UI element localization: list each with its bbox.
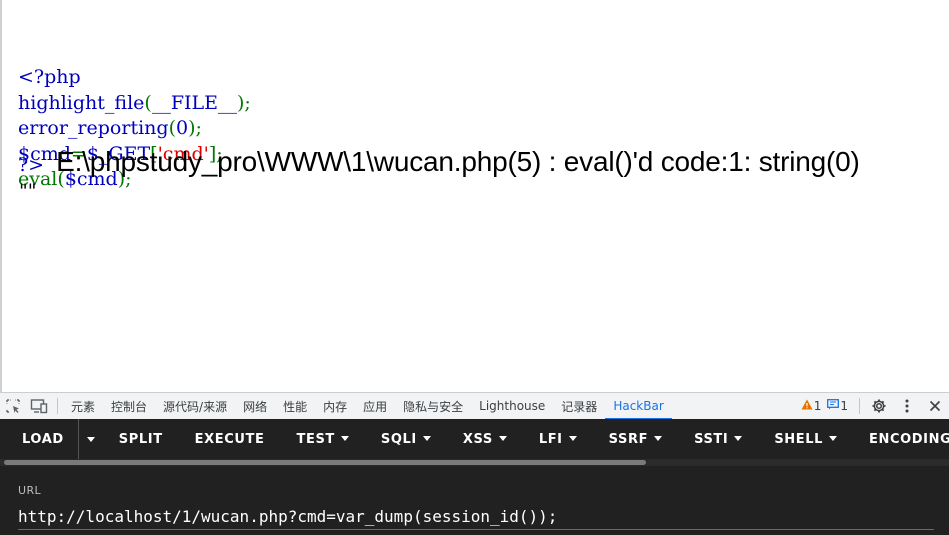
page-viewport: <?php highlight_file(__FILE__); error_repo… xyxy=(0,0,949,392)
code-line-1: <?php xyxy=(18,66,81,88)
url-input[interactable] xyxy=(18,504,934,530)
eval-output-line: ?> E:\phpstudy_pro\WWW\1\wucan.php(5) : … xyxy=(18,146,860,182)
tab-network[interactable]: 网络 xyxy=(235,393,275,420)
toolbar-scrollbar-thumb[interactable] xyxy=(4,460,646,465)
php-source-code: <?php highlight_file(__FILE__); error_repo… xyxy=(18,14,251,244)
load-button[interactable]: LOAD xyxy=(0,419,78,459)
code-line-2: highlight_file(__FILE__); xyxy=(18,91,251,114)
toolbar-scrollbar[interactable] xyxy=(0,459,949,466)
sqli-menu-button[interactable]: SQLI xyxy=(365,419,447,459)
gear-icon[interactable] xyxy=(865,393,893,420)
execute-button[interactable]: EXECUTE xyxy=(179,419,281,459)
chevron-down-icon xyxy=(568,435,577,441)
message-badge[interactable]: 1 xyxy=(827,399,848,413)
toolbar-divider xyxy=(859,398,860,414)
warning-icon xyxy=(801,399,813,413)
load-dropdown-button[interactable] xyxy=(77,419,103,459)
devtools-tab-bar: 元素 控制台 源代码/来源 网络 性能 内存 应用 隐私与安全 Lighthou… xyxy=(0,392,949,420)
chevron-down-icon xyxy=(654,435,663,441)
device-toggle-icon[interactable] xyxy=(26,393,52,420)
shell-menu-button[interactable]: SHELL xyxy=(758,419,853,459)
close-icon[interactable] xyxy=(921,393,949,420)
tab-console[interactable]: 控制台 xyxy=(103,393,155,420)
devtools-right-controls: 1 1 xyxy=(801,393,949,420)
warning-count: 1 xyxy=(813,399,822,413)
xss-menu-button[interactable]: XSS xyxy=(447,419,523,459)
tab-recorder[interactable]: 记录器 xyxy=(553,393,605,420)
tab-performance[interactable]: 性能 xyxy=(275,393,315,420)
chevron-down-icon xyxy=(498,435,507,441)
toolbar-divider xyxy=(57,398,58,414)
split-button[interactable]: SPLIT xyxy=(103,419,179,459)
lfi-menu-button[interactable]: LFI xyxy=(523,419,593,459)
tab-sources[interactable]: 源代码/来源 xyxy=(155,393,235,420)
var-dump-result: "" xyxy=(19,180,37,202)
chevron-down-icon xyxy=(340,435,349,441)
chevron-down-icon xyxy=(734,435,743,441)
test-menu-button[interactable]: TEST xyxy=(281,419,365,459)
ssrf-menu-button[interactable]: SSRF xyxy=(593,419,678,459)
code-line-3: error_reporting(0); xyxy=(18,117,202,139)
tab-lighthouse[interactable]: Lighthouse xyxy=(471,393,553,420)
tab-hackbar[interactable]: HackBar xyxy=(605,393,672,420)
hackbar-panel: LOAD SPLIT EXECUTE TEST SQLI XSS LFI SSR… xyxy=(0,419,949,535)
chevron-down-icon xyxy=(86,436,95,442)
tab-elements[interactable]: 元素 xyxy=(63,393,103,420)
message-icon xyxy=(827,399,840,413)
tab-application[interactable]: 应用 xyxy=(355,393,395,420)
tab-privacy-security[interactable]: 隐私与安全 xyxy=(395,393,471,420)
ssti-menu-button[interactable]: SSTI xyxy=(678,419,758,459)
message-count: 1 xyxy=(840,399,848,413)
tab-memory[interactable]: 内存 xyxy=(315,393,355,420)
warning-badge[interactable]: 1 xyxy=(801,399,822,413)
eval-error-text: E:\phpstudy_pro\WWW\1\wucan.php(5) : eva… xyxy=(56,146,860,177)
hackbar-toolbar: LOAD SPLIT EXECUTE TEST SQLI XSS LFI SSR… xyxy=(0,419,949,459)
chevron-down-icon xyxy=(829,435,838,441)
inspect-icon[interactable] xyxy=(0,393,26,420)
encoding-menu-button[interactable]: ENCODING xyxy=(853,419,949,459)
url-field-label: URL xyxy=(18,484,42,497)
php-close-tag: ?> xyxy=(18,154,45,176)
chevron-down-icon xyxy=(422,435,431,441)
kebab-menu-icon[interactable] xyxy=(893,393,921,420)
